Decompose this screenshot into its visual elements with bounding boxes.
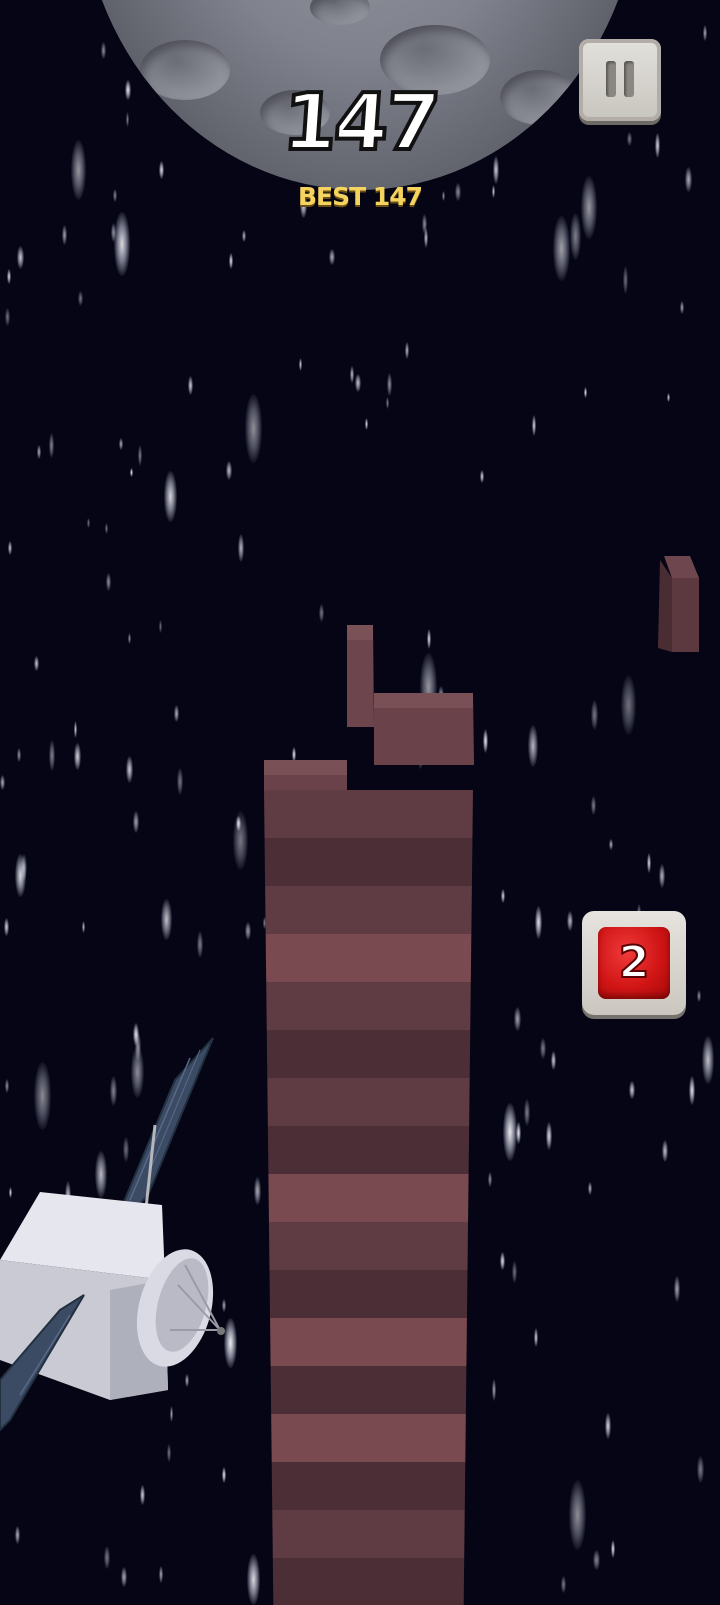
powerup-block[interactable]: 2 [582,911,686,1015]
satellite [0,1037,225,1432]
powerup-count: 2 [618,936,651,989]
pause-button[interactable] [579,39,661,121]
best-score: BEST 147 [297,182,423,211]
powerup-badge: 2 [598,927,670,999]
game-scene[interactable]: 147 BEST 147 2 [0,0,720,1605]
